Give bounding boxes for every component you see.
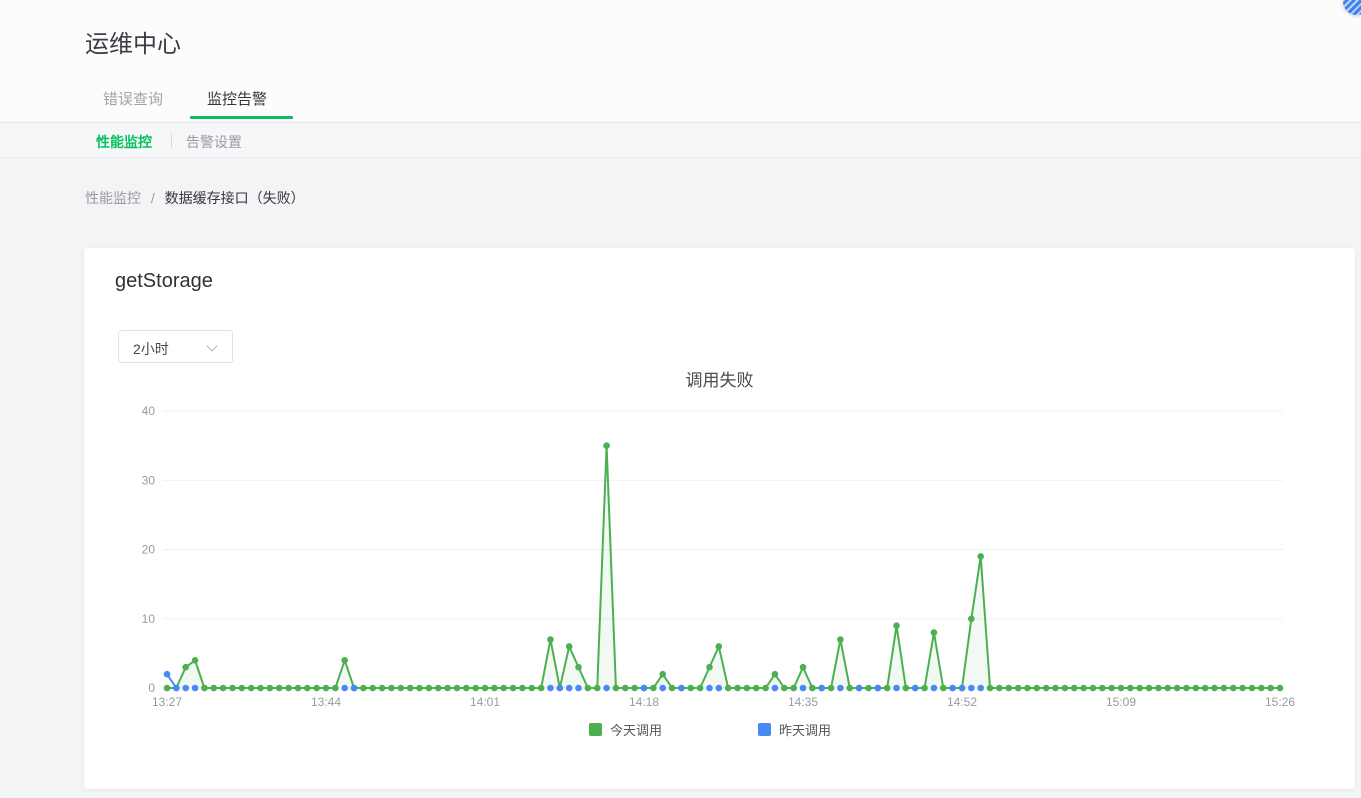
chart-card: getStorage 2小时 调用失败 0 10 20 30 40 13:27 13:44 1… [84,248,1355,789]
page-title: 运维中心 [85,31,181,58]
svg-text:14:52: 14:52 [947,695,977,709]
svg-text:14:01: 14:01 [470,695,500,709]
tab-error-query[interactable]: 错误查询 [103,88,163,109]
time-range-select[interactable]: 2小时 [118,330,233,363]
breadcrumb-current: 数据缓存接口（失败） [164,190,305,206]
line-chart: 0 10 20 30 40 13:27 13:44 14:01 14:18 14:35 14:52 1… [100,398,1320,712]
svg-text:20: 20 [142,543,156,557]
subtab-divider [171,133,172,148]
chart-title: 调用失败 [685,371,754,390]
legend-label-yesterday: 昨天调用 [779,723,832,738]
api-name-title: getStorage [115,270,213,292]
svg-text:15:09: 15:09 [1106,695,1136,709]
legend-swatch-yesterday [758,723,771,736]
subtab-alert-settings[interactable]: 告警设置 [186,132,242,152]
page-header: 运维中心 错误查询 监控告警 [0,0,1361,123]
today-points[interactable] [163,442,1284,692]
gridlines [163,410,1283,689]
svg-text:13:27: 13:27 [152,695,182,709]
svg-text:30: 30 [142,473,156,487]
svg-text:10: 10 [142,612,156,626]
legend-label-today: 今天调用 [609,723,662,738]
time-range-value: 2小时 [133,341,169,357]
svg-text:0: 0 [148,681,155,695]
legend-item-yesterday[interactable]: 昨天调用 [758,720,831,739]
subtab-performance-monitor[interactable]: 性能监控 [96,132,152,152]
svg-text:14:35: 14:35 [788,695,818,709]
svg-text:40: 40 [142,404,156,418]
y-axis-labels: 0 10 20 30 40 [142,404,156,695]
legend-item-today[interactable]: 今天调用 [588,720,662,739]
chevron-down-icon [206,340,218,352]
today-line [167,444,1280,689]
chart-legend: 今天调用 昨天调用 [100,720,1320,739]
breadcrumb-parent[interactable]: 性能监控 [85,190,141,206]
chart-svg: 01020304013:27 13:44 14:01 14:18 14:35 14:52 1… [142,404,1296,709]
x-axis-labels: 13:27 13:44 14:01 14:18 14:35 14:52 15:09 15:26 [152,695,1295,709]
active-tab-underline [190,116,293,119]
svg-text:15:26: 15:26 [1265,695,1295,709]
breadcrumb: 性能监控 / 数据缓存接口（失败） [85,188,305,208]
svg-text:14:18: 14:18 [629,695,659,709]
subtab-bar: 性能监控 告警设置 [0,124,1361,158]
tab-monitor-alert[interactable]: 监控告警 [207,88,267,109]
breadcrumb-separator: / [150,190,155,206]
legend-swatch-today [588,723,602,736]
today-area [167,445,1280,688]
svg-text:13:44: 13:44 [311,695,341,709]
